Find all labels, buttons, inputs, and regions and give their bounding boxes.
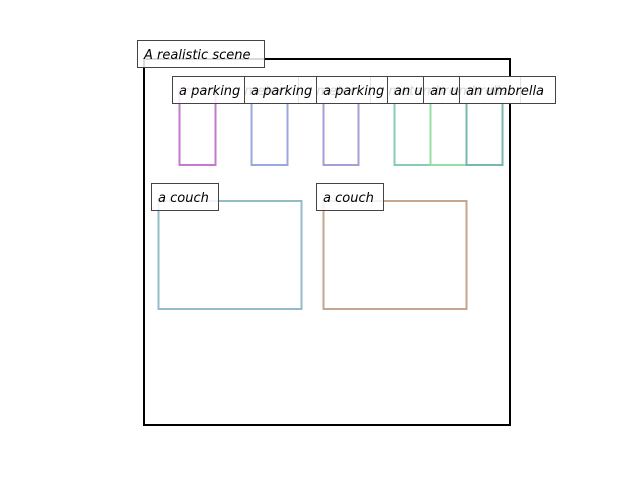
scene-frame — [143, 58, 511, 426]
couch-box-2 — [322, 200, 468, 310]
couch-box-1 — [157, 200, 303, 310]
scene-title-label: A realistic scene — [137, 40, 265, 68]
object-label-text: an umbrella — [466, 84, 544, 99]
object-label-6: an umbrella — [459, 76, 556, 104]
object-label-text: a couch — [323, 191, 374, 206]
scene-title-text: A realistic scene — [143, 48, 250, 63]
object-label-text: a couch — [158, 191, 209, 206]
object-label-7: a couch — [151, 183, 219, 211]
scene-canvas: A realistic scene a parking meter a park… — [137, 40, 556, 426]
object-label-8: a couch — [316, 183, 384, 211]
